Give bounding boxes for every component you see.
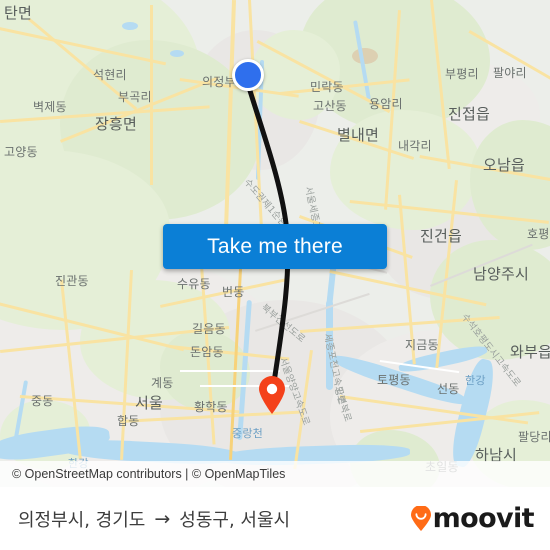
map-label: 중동: [31, 394, 54, 408]
map-label: 수유동: [177, 277, 211, 291]
arrow-right-icon: →: [154, 507, 171, 530]
map-label: 탄면: [4, 4, 33, 22]
map-label: 번동: [222, 285, 245, 299]
map-label: 한강: [465, 374, 486, 387]
map-label: 고산동: [313, 99, 347, 113]
moovit-logo[interactable]: moovit: [410, 503, 535, 534]
map-label: 계동: [151, 376, 174, 390]
moovit-pin-icon: [410, 505, 431, 531]
map-label: 장흥면: [95, 115, 138, 133]
map-attribution: © OpenStreetMap contributors | © OpenMap…: [0, 461, 550, 487]
map-label: 합동: [117, 414, 140, 428]
map-label: 토평동: [377, 373, 411, 387]
map-label: 의정부: [202, 75, 236, 89]
journey-origin: 의정부시, 경기도: [18, 509, 146, 531]
map-label: 팔당리: [518, 430, 550, 444]
map-label: 용암리: [369, 97, 403, 111]
origin-dot-icon[interactable]: [232, 59, 264, 91]
map-water: [170, 50, 184, 57]
map-road-minor: [180, 370, 280, 372]
take-me-there-button[interactable]: Take me there: [163, 224, 387, 269]
map-label: 별내면: [337, 126, 380, 144]
footer-bar: 의정부시, 경기도 → 성동구, 서울시 moovit: [0, 487, 550, 550]
moovit-wordmark: moovit: [432, 503, 535, 534]
map-bare-area: [352, 48, 378, 64]
map-label: 선동: [437, 382, 460, 396]
journey-summary: 의정부시, 경기도 → 성동구, 서울시: [18, 506, 290, 532]
map-label: 진건읍: [420, 227, 463, 245]
journey-destination: 성동구, 서울시: [179, 509, 291, 531]
moovit-route-screen: 탄면석현리부곡리벽제동장흥면고양동 의정부 민락동고산동 용암리 부평리 팔야리진접읍별내…: [0, 0, 550, 550]
map-label: 호평동: [527, 227, 550, 241]
map-water: [122, 22, 138, 30]
map-label: 부평리: [445, 67, 479, 81]
destination-pin-icon[interactable]: [257, 375, 287, 415]
map-label: 길음동: [192, 322, 226, 336]
map-label: 와부읍: [510, 343, 550, 361]
map-label: 팔야리: [493, 66, 527, 80]
map-label: 부곡리: [118, 90, 152, 104]
map-label: 오남읍: [483, 156, 526, 174]
map-label: 중랑천: [232, 427, 263, 440]
map-label: 석현리: [93, 68, 127, 82]
map-label: 진접읍: [448, 105, 491, 123]
attribution-text[interactable]: © OpenStreetMap contributors | © OpenMap…: [12, 467, 285, 481]
map-label: 진관동: [55, 274, 89, 288]
map-label: 지금동: [405, 338, 439, 352]
map-view[interactable]: 탄면석현리부곡리벽제동장흥면고양동 의정부 민락동고산동 용암리 부평리 팔야리진접읍별내…: [0, 0, 550, 487]
map-label: 남양주시: [473, 265, 530, 283]
map-label: 서울: [135, 394, 164, 412]
map-label: 고양동: [4, 145, 38, 159]
map-label: 돈암동: [190, 345, 224, 359]
map-label: 벽제동: [33, 100, 67, 114]
map-label: 민락동: [310, 80, 344, 94]
map-label: 황학동: [194, 400, 228, 414]
map-label: 내각리: [398, 139, 432, 153]
